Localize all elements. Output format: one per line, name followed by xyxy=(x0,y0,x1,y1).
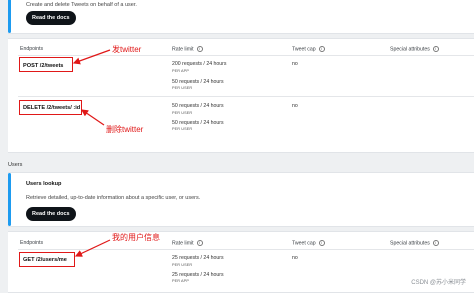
arrow-to-post xyxy=(72,49,111,65)
arrow-to-delete xyxy=(81,109,105,126)
annotation-get-me: 我的用户信息 xyxy=(112,233,160,242)
annotation-delete: 删除twitter xyxy=(106,125,144,134)
arrow-to-get-me xyxy=(74,239,111,257)
watermark: CSDN @苏小米同学 xyxy=(411,280,466,286)
annotation-arrows xyxy=(72,49,111,257)
annotation-post: 发twitter xyxy=(112,45,142,54)
